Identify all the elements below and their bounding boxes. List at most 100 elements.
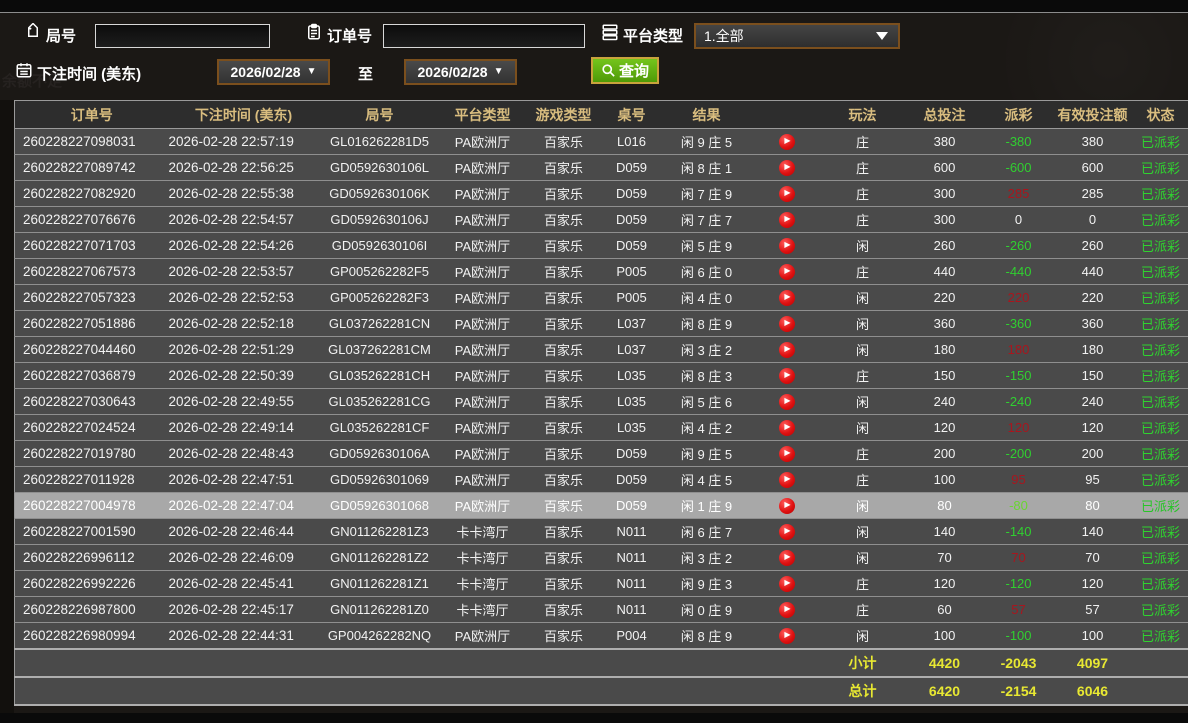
table-row[interactable]: 2602282270049782026-02-28 22:47:04GD0592… xyxy=(15,493,1188,519)
table-row[interactable]: 2602282270717032026-02-28 22:54:26GD0592… xyxy=(15,233,1188,259)
table-row[interactable]: 2602282270675732026-02-28 22:53:57GP0052… xyxy=(15,259,1188,285)
play-video-icon[interactable]: ▶ xyxy=(779,628,795,644)
order-no-input[interactable] xyxy=(383,24,585,48)
table-row[interactable]: 2602282269961122026-02-28 22:46:09GN0112… xyxy=(15,545,1188,571)
round-no-cell: GD05926301068 xyxy=(319,493,441,519)
game-type-cell: 百家乐 xyxy=(525,207,603,233)
total-bet-cell: 380 xyxy=(905,129,985,155)
round-no-input[interactable] xyxy=(95,24,270,48)
play-video-icon[interactable]: ▶ xyxy=(779,602,795,618)
subtotal-status-spacer xyxy=(1133,649,1188,677)
play-video-icon[interactable]: ▶ xyxy=(779,420,795,436)
bottom-strip xyxy=(0,713,1188,723)
play-video-icon[interactable]: ▶ xyxy=(779,134,795,150)
table-row[interactable]: 2602282270245242026-02-28 22:49:14GL0352… xyxy=(15,415,1188,441)
total-bet-cell: 360 xyxy=(905,311,985,337)
table-row[interactable]: 2602282270766762026-02-28 22:54:57GD0592… xyxy=(15,207,1188,233)
play-video-icon[interactable]: ▶ xyxy=(779,524,795,540)
table-no-cell: D059 xyxy=(603,155,661,181)
play-video-icon[interactable]: ▶ xyxy=(779,264,795,280)
table-row[interactable]: 2602282270897422026-02-28 22:56:25GD0592… xyxy=(15,155,1188,181)
table-row[interactable]: 2602282270980312026-02-28 22:57:19GL0162… xyxy=(15,129,1188,155)
table-row[interactable]: 2602282270444602026-02-28 22:51:29GL0372… xyxy=(15,337,1188,363)
play-video-icon[interactable]: ▶ xyxy=(779,472,795,488)
table-row[interactable]: 2602282270119282026-02-28 22:47:51GD0592… xyxy=(15,467,1188,493)
play-video-icon[interactable]: ▶ xyxy=(779,342,795,358)
order-no-cell: 260228227024524 xyxy=(15,415,169,441)
payout-cell: -380 xyxy=(985,129,1053,155)
round-no-cell: GP004262282NQ xyxy=(319,623,441,650)
bet-type-cell: 庄 xyxy=(821,259,905,285)
valid-bet-cell: 285 xyxy=(1053,181,1133,207)
play-video-icon[interactable]: ▶ xyxy=(779,446,795,462)
play-video-icon[interactable]: ▶ xyxy=(779,576,795,592)
column-header-10: 派彩 xyxy=(985,101,1053,129)
result-cell: 闲 8 庄 9 xyxy=(661,311,753,337)
play-video-icon[interactable]: ▶ xyxy=(779,160,795,176)
order-no-cell: 260228226996112 xyxy=(15,545,169,571)
play-video-icon[interactable]: ▶ xyxy=(779,368,795,384)
table-row[interactable]: 2602282270197802026-02-28 22:48:43GD0592… xyxy=(15,441,1188,467)
table-row[interactable]: 2602282270829202026-02-28 22:55:38GD0592… xyxy=(15,181,1188,207)
bet-type-cell: 闲 xyxy=(821,233,905,259)
result-cell: 闲 7 庄 7 xyxy=(661,207,753,233)
status-cell: 已派彩 xyxy=(1133,519,1188,545)
play-video-icon[interactable]: ▶ xyxy=(779,238,795,254)
table-row[interactable]: 2602282270015902026-02-28 22:46:44GN0112… xyxy=(15,519,1188,545)
platform-cell: PA欧洲厅 xyxy=(441,493,525,519)
play-video-icon[interactable]: ▶ xyxy=(779,186,795,202)
bet-type-cell: 庄 xyxy=(821,597,905,623)
play-video-icon[interactable]: ▶ xyxy=(779,550,795,566)
grand-total-row: 总计 6420 -2154 6046 xyxy=(15,677,1188,705)
round-no-cell: GD0592630106I xyxy=(319,233,441,259)
bet-time-cell: 2026-02-28 22:47:51 xyxy=(169,467,319,493)
total-bet-cell: 600 xyxy=(905,155,985,181)
to-label: 至 xyxy=(358,63,373,84)
subtotal-label: 小计 xyxy=(821,649,905,677)
play-cell: ▶ xyxy=(753,389,821,415)
subtotal-row: 小计 4420 -2043 4097 xyxy=(15,649,1188,677)
table-row[interactable]: 2602282269878002026-02-28 22:45:17GN0112… xyxy=(15,597,1188,623)
status-cell: 已派彩 xyxy=(1133,259,1188,285)
valid-bet-cell: 0 xyxy=(1053,207,1133,233)
date-from-picker[interactable]: 2026/02/28▼ xyxy=(217,59,330,85)
play-video-icon[interactable]: ▶ xyxy=(779,498,795,514)
game-type-cell: 百家乐 xyxy=(525,311,603,337)
grand-total-valid-bet: 6046 xyxy=(1053,677,1133,705)
bet-time-cell: 2026-02-28 22:49:14 xyxy=(169,415,319,441)
bet-type-cell: 庄 xyxy=(821,181,905,207)
table-row[interactable]: 2602282269809942026-02-28 22:44:31GP0042… xyxy=(15,623,1188,650)
table-row[interactable]: 2602282270573232026-02-28 22:52:53GP0052… xyxy=(15,285,1188,311)
total-bet-cell: 80 xyxy=(905,493,985,519)
play-video-icon[interactable]: ▶ xyxy=(779,290,795,306)
order-no-cell: 260228226980994 xyxy=(15,623,169,650)
game-type-cell: 百家乐 xyxy=(525,155,603,181)
play-video-icon[interactable]: ▶ xyxy=(779,316,795,332)
total-bet-cell: 300 xyxy=(905,181,985,207)
clipboard-icon xyxy=(305,23,323,41)
play-cell: ▶ xyxy=(753,259,821,285)
result-cell: 闲 9 庄 3 xyxy=(661,571,753,597)
table-row[interactable]: 2602282270306432026-02-28 22:49:55GL0352… xyxy=(15,389,1188,415)
table-row[interactable]: 2602282270368792026-02-28 22:50:39GL0352… xyxy=(15,363,1188,389)
table-row[interactable]: 2602282269922262026-02-28 22:45:41GN0112… xyxy=(15,571,1188,597)
platform-list-icon xyxy=(601,23,619,41)
column-header-9: 总投注 xyxy=(905,101,985,129)
date-to-value: 2026/02/28 xyxy=(418,64,488,80)
valid-bet-cell: 95 xyxy=(1053,467,1133,493)
play-cell: ▶ xyxy=(753,441,821,467)
platform-type-select[interactable]: 1.全部 xyxy=(694,23,900,49)
play-cell: ▶ xyxy=(753,233,821,259)
payout-cell: 285 xyxy=(985,181,1053,207)
bet-records-table: 订单号下注时间 (美东)局号平台类型游戏类型桌号结果玩法总投注派彩有效投注额状态… xyxy=(14,100,1188,706)
date-to-picker[interactable]: 2026/02/28▼ xyxy=(404,59,517,85)
platform-cell: PA欧洲厅 xyxy=(441,311,525,337)
table-row[interactable]: 2602282270518862026-02-28 22:52:18GL0372… xyxy=(15,311,1188,337)
subtotal-spacer xyxy=(15,649,821,677)
round-no-cell: GL037262281CN xyxy=(319,311,441,337)
play-video-icon[interactable]: ▶ xyxy=(779,394,795,410)
play-video-icon[interactable]: ▶ xyxy=(779,212,795,228)
total-bet-cell: 260 xyxy=(905,233,985,259)
result-cell: 闲 4 庄 5 xyxy=(661,467,753,493)
search-button[interactable]: 查询 xyxy=(591,57,659,84)
